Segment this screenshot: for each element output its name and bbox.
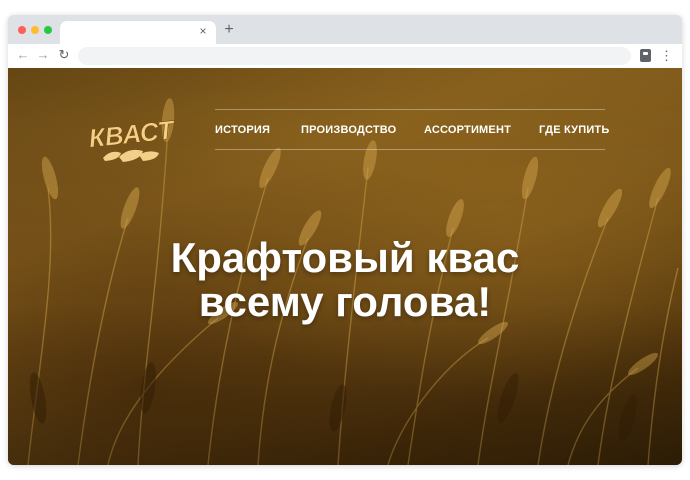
- nav-link-production[interactable]: ПРОИЗВОДСТВО: [301, 122, 396, 138]
- nav-link-where-to-buy[interactable]: ГДЕ КУПИТЬ: [539, 122, 609, 138]
- nav-divider-bottom: [215, 149, 605, 150]
- bread-icon: [103, 149, 159, 162]
- new-tab-button[interactable]: +: [221, 22, 237, 38]
- hero-line-1: Крафтовый квас: [170, 234, 520, 281]
- browser-window: × + ← → ↻ ⋮ КВАСТ ИСТОРИЯ ПРОИЗВОДСТВО А…: [8, 15, 682, 465]
- window-minimize-button[interactable]: [31, 26, 39, 34]
- window-close-button[interactable]: [18, 26, 26, 34]
- hero-line-2: всему голова!: [198, 278, 492, 325]
- clipboard-icon[interactable]: [640, 49, 651, 62]
- site-header: КВАСТ ИСТОРИЯ ПРОИЗВОДСТВО АССОРТИМЕНТ Г…: [8, 68, 682, 198]
- reload-icon[interactable]: ↻: [56, 47, 72, 63]
- window-maximize-button[interactable]: [44, 26, 52, 34]
- back-arrow-icon[interactable]: ←: [15, 47, 31, 63]
- logo-text: КВАСТ: [87, 114, 177, 153]
- hero-headline: Крафтовый квас всему голова!: [68, 236, 622, 324]
- nav-link-history[interactable]: ИСТОРИЯ: [215, 122, 270, 138]
- tab-close-icon[interactable]: ×: [196, 24, 210, 38]
- browser-tab[interactable]: ×: [60, 21, 216, 44]
- browser-toolbar: ← → ↻ ⋮: [8, 44, 682, 69]
- nav-divider-top: [215, 109, 605, 110]
- kebab-menu-icon[interactable]: ⋮: [660, 48, 673, 64]
- tab-bar: × +: [8, 15, 682, 44]
- address-bar[interactable]: [78, 47, 631, 65]
- site-logo[interactable]: КВАСТ: [81, 113, 181, 165]
- forward-arrow-icon[interactable]: →: [35, 47, 51, 63]
- page-viewport: КВАСТ ИСТОРИЯ ПРОИЗВОДСТВО АССОРТИМЕНТ Г…: [8, 68, 682, 465]
- nav-link-assortment[interactable]: АССОРТИМЕНТ: [424, 122, 511, 138]
